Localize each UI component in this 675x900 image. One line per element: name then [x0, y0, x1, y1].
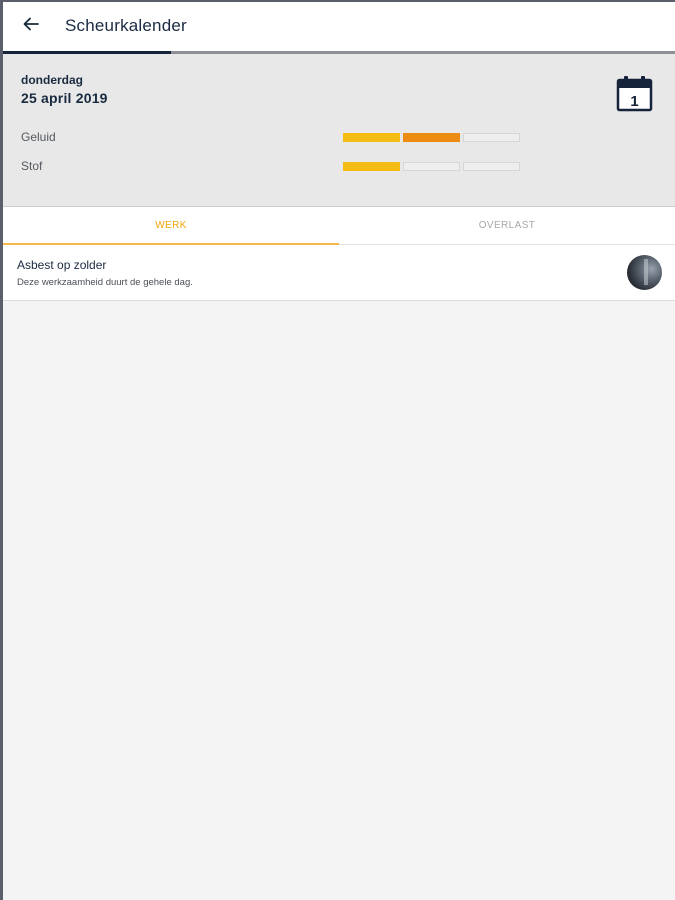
calendar-icon: 1	[616, 76, 653, 112]
calendar-button[interactable]: 1	[615, 74, 655, 114]
tab-bar: WERK OVERLAST	[3, 207, 675, 245]
weekday-label: donderdag	[21, 73, 83, 87]
date-label: 25 april 2019	[21, 90, 108, 106]
meter-segment	[343, 162, 400, 171]
meter-segment	[463, 133, 520, 142]
meter-segment	[343, 133, 400, 142]
list-item-title: Asbest op zolder	[17, 258, 107, 272]
tab-werk[interactable]: WERK	[3, 207, 339, 244]
meter-geluid	[343, 133, 520, 142]
app-bar: Scheurkalender	[3, 2, 675, 51]
list-item-subtitle: Deze werkzaamheid duurt de gehele dag.	[17, 277, 193, 288]
tab-overlast[interactable]: OVERLAST	[339, 207, 675, 244]
meter-stof	[343, 162, 520, 171]
meter-segment	[463, 162, 520, 171]
app-screen: Scheurkalender donderdag 25 april 2019 1…	[3, 2, 675, 900]
back-button[interactable]	[15, 10, 47, 42]
arrow-left-icon	[22, 15, 40, 38]
calendar-number: 1	[630, 93, 638, 110]
list-item[interactable]: Asbest op zolder Deze werkzaamheid duurt…	[3, 245, 675, 301]
meter-label-stof: Stof	[21, 159, 43, 173]
avatar	[627, 255, 662, 290]
meter-segment	[403, 162, 460, 171]
day-header: donderdag 25 april 2019 1 Geluid Stof	[3, 54, 675, 207]
meter-label-geluid: Geluid	[21, 130, 56, 144]
page-title: Scheurkalender	[65, 16, 187, 35]
meter-segment	[403, 133, 460, 142]
